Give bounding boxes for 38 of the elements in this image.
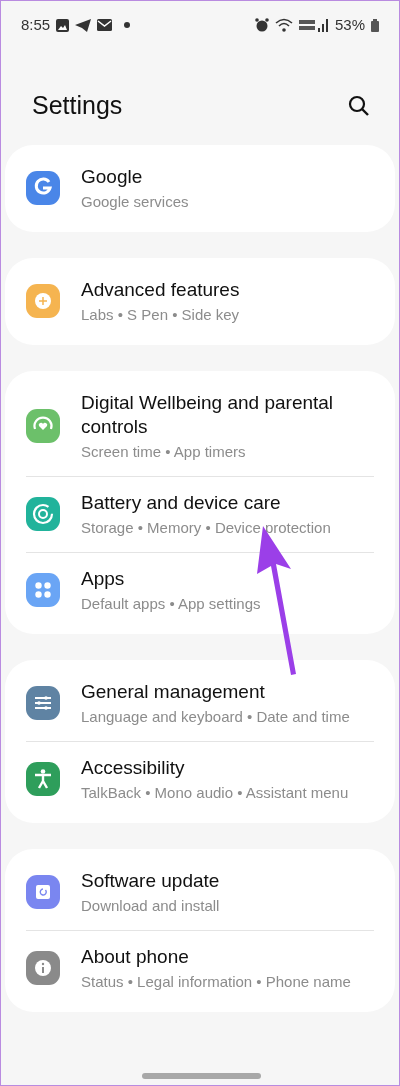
lte-signal-icon [298, 18, 329, 32]
item-subtitle: Storage • Memory • Device protection [81, 517, 331, 538]
settings-item[interactable]: Apps Default apps • App settings [26, 552, 374, 628]
item-title: General management [81, 679, 266, 704]
notification-dot-icon [124, 22, 131, 28]
item-title: Accessibility [81, 755, 186, 780]
gallery-icon [56, 18, 70, 32]
search-icon[interactable] [347, 93, 371, 118]
wifi-icon [274, 18, 293, 32]
item-title: Battery and device care [81, 490, 282, 515]
item-subtitle: Status • Legal information • Phone name [81, 971, 351, 992]
battery-icon [371, 18, 379, 32]
settings-item[interactable]: Digital Wellbeing and parental controls Screen time • App timers [26, 376, 374, 477]
item-title: Apps [81, 566, 126, 591]
item-title: About phone [81, 944, 190, 969]
item-title: Google [81, 164, 144, 189]
item-subtitle: Screen time • App timers [81, 441, 247, 462]
settings-item[interactable]: About phone Status • Legal information • Phone name [26, 930, 374, 1006]
status-time: 8:55 [21, 14, 51, 35]
settings-item[interactable]: Google Google services [26, 150, 374, 226]
item-subtitle: Labs • S Pen • Side key [81, 304, 240, 325]
settings-item[interactable]: Advanced features Labs • S Pen • Side key [26, 263, 374, 339]
send-icon [75, 18, 92, 32]
item-subtitle: Download and install [81, 895, 220, 916]
settings-item[interactable]: Accessibility TalkBack • Mono audio • Assistant menu [26, 741, 374, 817]
item-title: Software update [81, 868, 220, 893]
item-subtitle: Google services [81, 191, 189, 212]
settings-item[interactable]: General management Language and keyboard • Date and time [26, 665, 374, 742]
alarm-icon [254, 18, 269, 32]
battery-percent: 53% [334, 14, 365, 35]
settings-item[interactable]: Software update Download and install [26, 854, 374, 931]
item-title: Advanced features [81, 277, 240, 302]
page-title: Settings [32, 90, 123, 121]
item-subtitle: Default apps • App settings [81, 593, 261, 614]
item-title: Digital Wellbeing and parental controls [81, 390, 335, 439]
item-subtitle: TalkBack • Mono audio • Assistant menu [81, 782, 349, 803]
item-subtitle: Language and keyboard • Date and time [81, 706, 350, 727]
mail-icon [97, 19, 113, 31]
